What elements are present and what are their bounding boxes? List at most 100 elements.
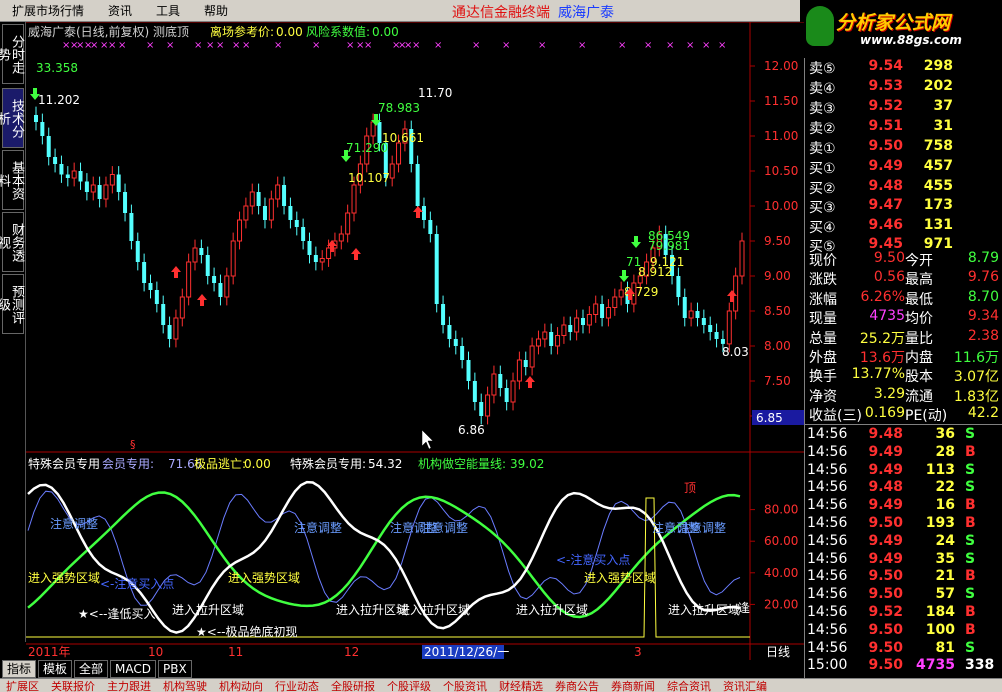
tick-row[interactable]: 14:56 9.52 184 B — [805, 604, 1002, 623]
tick-row[interactable]: 14:56 9.49 28 B — [805, 444, 1002, 463]
status-item[interactable]: 机构动向 — [213, 680, 269, 692]
stat-label: PE(动) — [905, 408, 948, 425]
status-item[interactable]: 关联报价 — [45, 680, 101, 692]
ask-label: 卖① — [809, 141, 836, 157]
stat-value: 9.50 — [873, 250, 905, 266]
stat-label: 今开 — [905, 253, 933, 269]
stat-label: 净资 — [809, 388, 837, 405]
menu-item-help[interactable]: 帮助 — [192, 0, 240, 22]
candle-body-down — [479, 402, 484, 416]
tab-financials[interactable]: 财务透视 — [0, 212, 24, 272]
signal-x-mark: × — [686, 40, 694, 51]
status-item[interactable]: 扩展区 — [0, 680, 45, 692]
status-item[interactable]: 个股评级 — [381, 680, 437, 692]
stat-value: 9.34 — [967, 308, 999, 325]
stat-value: 42.2 — [967, 405, 999, 422]
tick-row[interactable]: 14:56 9.49 16 B — [805, 497, 1002, 516]
tick-time: 14:56 — [807, 639, 848, 656]
period-label[interactable]: 日线 — [766, 645, 790, 659]
tab-forecast-rating[interactable]: 预测评级 — [0, 274, 24, 334]
annotation-9: 79.981 — [648, 239, 690, 253]
chart-area[interactable]: 威海广泰(日线,前复权) 测底顶 离场参考价: 0.00 风险系数值: 0.00… — [26, 21, 804, 660]
signal-x-mark: × — [206, 40, 214, 51]
tab-technical-analysis[interactable]: 技术分析 — [0, 88, 24, 148]
mouse-cursor-icon — [421, 429, 434, 450]
status-item[interactable]: 全股研报 — [325, 680, 381, 692]
kline-chart-svg[interactable]: 威海广泰(日线,前复权) 测底顶 离场参考价: 0.00 风险系数值: 0.00… — [26, 21, 804, 660]
stat-row: 涨跌 0.56 最高 9.76 — [805, 269, 1002, 288]
risk-coefficient-value: 0.00 — [372, 25, 399, 39]
tick-row[interactable]: 14:56 9.50 21 B — [805, 568, 1002, 587]
tick-row[interactable]: 14:56 9.48 36 S — [805, 426, 1002, 445]
menu-item-info[interactable]: 资讯 — [96, 0, 144, 22]
candle-body-up — [243, 205, 249, 221]
tick-time: 14:56 — [807, 550, 848, 567]
status-item[interactable]: 财经精选 — [493, 680, 549, 692]
candle-body-up — [396, 142, 402, 165]
signal-x-mark: × — [472, 40, 480, 51]
tick-row[interactable]: 14:56 9.50 193 B — [805, 515, 1002, 534]
tick-price: 9.49 — [868, 550, 903, 567]
bid-price: 9.46 — [868, 216, 903, 233]
signal-x-mark: × — [578, 40, 586, 51]
indicator-label-3: 特殊会员专用: — [290, 456, 366, 471]
candle-body-down — [682, 297, 687, 318]
tab-pbx[interactable]: PBX — [158, 660, 192, 678]
candle-body-up — [688, 310, 694, 319]
tab-template[interactable]: 模板 — [38, 660, 73, 678]
tab-intraday[interactable]: 分时走势 — [0, 24, 24, 84]
candle-body-up — [268, 198, 274, 221]
terminal-brand: 通达信金融终端 — [452, 5, 550, 21]
ind-text-adjust-1: 注意调整 — [50, 516, 98, 531]
quote-separator — [805, 424, 1002, 425]
tick-row[interactable]: 14:56 9.50 81 S — [805, 640, 1002, 659]
tick-row[interactable]: 14:56 9.48 22 S — [805, 479, 1002, 498]
ind-text-pull-3: 进入拉升区域 — [398, 602, 470, 617]
bid-price: 9.48 — [868, 177, 903, 194]
tick-volume: 24 — [935, 532, 955, 549]
stat-label: 涨跌 — [809, 272, 837, 289]
tick-direction: 338 — [965, 657, 995, 674]
ind-text-pull-4: 进入拉升区域 — [516, 602, 588, 617]
candle-body-up — [542, 331, 548, 340]
tick-time: 14:56 — [807, 461, 848, 478]
ask-label: 卖⑤ — [809, 61, 836, 77]
tick-row[interactable]: 14:56 9.49 24 S — [805, 533, 1002, 552]
status-item[interactable]: 综合资讯 — [661, 680, 717, 692]
status-item[interactable]: 主力跟进 — [101, 680, 157, 692]
stat-value: 13.6万 — [859, 350, 905, 366]
tick-row[interactable]: 14:56 9.50 57 S — [805, 586, 1002, 605]
menu-item-tools[interactable]: 工具 — [144, 0, 192, 22]
tab-basic-info[interactable]: 基本资料 — [0, 150, 24, 210]
signal-x-mark: × — [502, 40, 510, 51]
status-item[interactable]: 券商公告 — [549, 680, 605, 692]
tick-direction: B — [965, 515, 976, 531]
candle-body-up — [186, 261, 192, 298]
candle-body-up — [192, 247, 198, 263]
indicator-value-2: 0.00 — [244, 457, 271, 471]
stat-label: 量比 — [905, 330, 933, 347]
status-item[interactable]: 机构驾驶 — [157, 680, 213, 692]
tab-all[interactable]: 全部 — [74, 660, 109, 678]
menu-item-extended-market[interactable]: 扩展市场行情 — [0, 0, 96, 22]
signal-x-mark: × — [166, 40, 174, 51]
stat-row: 现量 4735 均价 9.34 — [805, 308, 1002, 327]
candle-body-down — [65, 174, 70, 178]
status-item[interactable]: 券商新闻 — [605, 680, 661, 692]
status-item[interactable]: 资讯汇编 — [717, 680, 773, 692]
ask-label: 卖② — [809, 121, 836, 137]
tick-row[interactable]: 14:56 9.50 100 B — [805, 622, 1002, 641]
candle-body-down — [600, 304, 605, 318]
status-item[interactable]: 个股资讯 — [437, 680, 493, 692]
tab-indicator[interactable]: 指标 — [2, 660, 37, 678]
selected-date[interactable]: 2011/12/26/一 — [424, 645, 509, 659]
candle-body-down — [460, 346, 465, 360]
tick-row[interactable]: 14:56 9.49 113 S — [805, 462, 1002, 481]
ask-price: 9.52 — [868, 98, 903, 114]
candle-body-up — [618, 289, 624, 298]
tick-row[interactable]: 15:00 9.50 4735 338 — [805, 657, 1002, 676]
status-item[interactable]: 行业动态 — [269, 680, 325, 692]
tab-macd[interactable]: MACD — [110, 660, 157, 678]
annotation-7: 10.107 — [348, 171, 390, 185]
tick-row[interactable]: 14:56 9.49 35 S — [805, 551, 1002, 570]
